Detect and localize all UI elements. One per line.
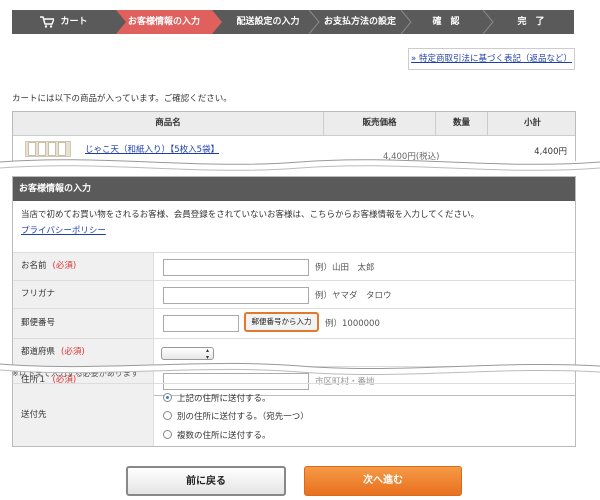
name-label: お名前 (必須) (13, 253, 154, 280)
kana-input[interactable] (163, 287, 309, 304)
kana-example: 例）ヤマダ タロウ (315, 291, 392, 301)
torn-edge (0, 159, 600, 174)
cart-table-header: 商品名 販売価格 数量 小計 (13, 112, 575, 136)
col-price: 販売価格 (323, 112, 435, 135)
step-delivery: 配送設定の入力 (236, 17, 300, 27)
ship-to-above-option[interactable]: 上記の住所に送付する。 (163, 392, 271, 404)
radio-icon[interactable] (163, 411, 172, 420)
zip-label: 郵便番号 (13, 309, 154, 338)
privacy-policy-link[interactable]: プライバシーポリシー (21, 224, 106, 236)
zip-input[interactable] (163, 315, 239, 332)
legal-link-box: » 特定商取引法に基づく表記（返品など） (408, 48, 575, 70)
kana-label: フリガナ (13, 281, 154, 308)
step-confirm: 確 認 (432, 17, 460, 27)
next-button[interactable]: 次へ進む (304, 466, 462, 496)
torn-edge (0, 362, 600, 376)
shipping-label: 送付先 (13, 384, 154, 446)
zip-example: 例）1000000 (325, 319, 380, 329)
name-example: 例）山田 太郎 (315, 263, 375, 273)
col-product-name: 商品名 (155, 118, 181, 128)
step-customer-info: お客様情報の入力 (116, 10, 212, 34)
step-cart: カート (12, 10, 116, 34)
name-input[interactable] (163, 259, 309, 276)
ship-to-other-option[interactable]: 別の住所に送付する。（宛先一つ） (163, 410, 309, 422)
cart-intro-text: カートには以下の商品が入っています。ご確認ください。 (12, 94, 232, 104)
back-button[interactable]: 前に戻る (126, 466, 286, 496)
required-mark: (必須) (52, 261, 77, 271)
step-complete: 完 了 (517, 17, 545, 27)
zip-lookup-button[interactable]: 郵便番号から入力 (244, 312, 319, 332)
row-name: お名前 (必須) 例）山田 太郎 (13, 253, 575, 281)
ship-to-multiple-option[interactable]: 複数の住所に送付する。 (163, 429, 271, 441)
shipping-destination: 送付先 上記の住所に送付する。 別の住所に送付する。（宛先一つ） 複数の住所に送… (12, 383, 576, 447)
form-desc-text: 当店で初めてお買い物をされるお客様、会員登録をされていないお客様は、こちらからお… (21, 210, 479, 220)
row-kana: フリガナ 例）ヤマダ タロウ (13, 281, 575, 309)
form-title: お客様情報の入力 (13, 177, 575, 201)
step-divider (116, 10, 126, 34)
form-description: 当店で初めてお買い物をされるお客様、会員登録をされていないお客様は、こちらからお… (13, 201, 575, 253)
step-divider (212, 10, 222, 34)
radio-selected-icon[interactable] (163, 393, 172, 402)
legal-notice-link[interactable]: » 特定商取引法に基づく表記（返品など） (409, 49, 574, 69)
required-mark: (必須) (61, 347, 85, 357)
cart-icon (40, 15, 55, 28)
radio-icon[interactable] (163, 430, 172, 439)
step-payment: お支払方法の設定 (323, 17, 396, 27)
col-quantity: 数量 (435, 112, 487, 135)
row-zip: 郵便番号 郵便番号から入力 例）1000000 (13, 309, 575, 339)
col-subtotal: 小計 (487, 112, 575, 135)
checkout-steps: カート お客様情報の入力 配送設定の入力 お支払方法の設定 確 認 完 了 (12, 10, 574, 34)
